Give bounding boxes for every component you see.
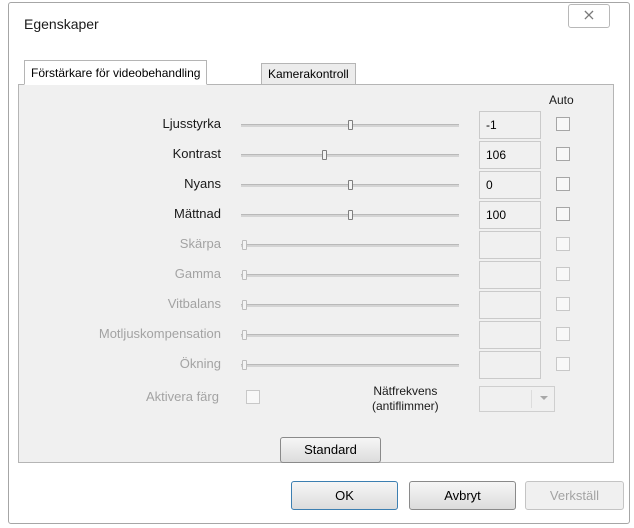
- property-label: Nyans: [184, 176, 221, 191]
- property-value-field: [479, 261, 541, 289]
- property-label: Ljusstyrka: [162, 116, 221, 131]
- enable-color-label: Aktivera färg: [146, 389, 219, 404]
- tab-camera-control[interactable]: Kamerakontroll: [261, 63, 356, 85]
- property-value-field: [479, 351, 541, 379]
- property-value-field: [479, 291, 541, 319]
- property-value-field: [479, 231, 541, 259]
- cancel-button[interactable]: Avbryt: [409, 481, 516, 510]
- property-label: Mättnad: [174, 206, 221, 221]
- chevron-down-icon: [540, 396, 548, 400]
- property-label: Kontrast: [172, 146, 221, 161]
- tab-video-proc-amp[interactable]: Förstärkare för videobehandling: [24, 60, 208, 85]
- property-slider-thumb[interactable]: [348, 210, 353, 220]
- property-slider-track[interactable]: [241, 304, 459, 307]
- property-slider-thumb[interactable]: [348, 120, 353, 130]
- property-value-field[interactable]: 100: [479, 201, 541, 229]
- property-label: Ökning: [179, 356, 221, 371]
- default-button[interactable]: Standard: [280, 437, 381, 463]
- property-slider-track[interactable]: [241, 244, 459, 247]
- apply-button[interactable]: Verkställ: [525, 481, 624, 510]
- property-slider-thumb[interactable]: [322, 150, 327, 160]
- dialog-title: Egenskaper: [24, 16, 99, 32]
- property-value-field[interactable]: 0: [479, 171, 541, 199]
- power-frequency-label: Nätfrekvens (antiflimmer): [372, 384, 439, 414]
- property-auto-checkbox[interactable]: [556, 117, 570, 131]
- property-value-field: [479, 321, 541, 349]
- property-slider-thumb[interactable]: [242, 240, 247, 250]
- ok-button[interactable]: OK: [291, 481, 398, 510]
- property-auto-checkbox[interactable]: [556, 267, 570, 281]
- property-label: Vitbalans: [167, 296, 221, 311]
- property-auto-checkbox[interactable]: [556, 297, 570, 311]
- property-auto-checkbox[interactable]: [556, 357, 570, 371]
- property-value-field[interactable]: -1: [479, 111, 541, 139]
- property-slider-thumb[interactable]: [242, 330, 247, 340]
- property-slider-track[interactable]: [241, 334, 459, 337]
- property-label: Motljuskompensation: [98, 326, 221, 341]
- power-frequency-label-line1: Nätfrekvens: [373, 384, 438, 398]
- select-separator: [531, 390, 532, 408]
- property-label: Gamma: [174, 266, 221, 281]
- property-slider-track[interactable]: [241, 364, 459, 367]
- property-auto-checkbox[interactable]: [556, 177, 570, 191]
- property-slider-thumb[interactable]: [242, 360, 247, 370]
- auto-column-header: Auto: [549, 93, 574, 107]
- property-auto-checkbox[interactable]: [556, 147, 570, 161]
- property-auto-checkbox[interactable]: [556, 207, 570, 221]
- property-slider-thumb[interactable]: [242, 270, 247, 280]
- enable-color-checkbox[interactable]: [246, 390, 260, 404]
- power-frequency-label-line2: (antiflimmer): [372, 399, 439, 413]
- property-slider-track[interactable]: [241, 154, 459, 157]
- close-icon: ⨯: [582, 7, 596, 24]
- property-label: Skärpa: [179, 236, 221, 251]
- power-frequency-select[interactable]: [479, 386, 555, 412]
- property-auto-checkbox[interactable]: [556, 237, 570, 251]
- property-slider-thumb[interactable]: [348, 180, 353, 190]
- property-value-field[interactable]: 106: [479, 141, 541, 169]
- property-slider-track[interactable]: [241, 274, 459, 277]
- property-auto-checkbox[interactable]: [556, 327, 570, 341]
- close-button[interactable]: ⨯: [568, 4, 610, 28]
- property-slider-thumb[interactable]: [242, 300, 247, 310]
